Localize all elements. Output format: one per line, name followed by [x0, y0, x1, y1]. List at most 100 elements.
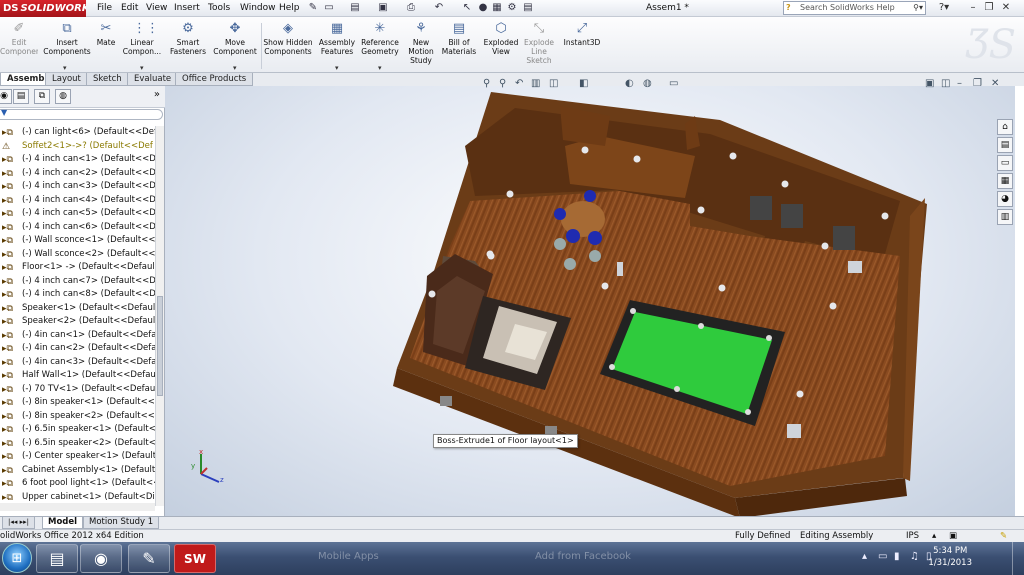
explode-line-sketch-button[interactable]: ⤡ Explode Line Sketch — [522, 19, 556, 65]
tree-item[interactable]: ▸⧉ (-) 4in can<2> (Default<<Default — [0, 342, 155, 356]
tab-evaluate[interactable]: Evaluate — [127, 73, 179, 86]
appearances-icon[interactable]: ◕ — [997, 191, 1013, 207]
reference-geometry-dropdown-icon[interactable]: ▾ — [378, 64, 382, 72]
menu-help[interactable]: Help — [279, 2, 300, 14]
reference-geometry-button[interactable]: ✳ Reference Geometry — [359, 19, 401, 56]
zoom-to-fit-icon[interactable]: ⚲ — [483, 78, 490, 89]
restore-icon[interactable]: ❐ — [982, 1, 996, 15]
file-explorer-icon[interactable]: ▭ — [997, 155, 1013, 171]
rebuild-icon[interactable]: ● — [476, 2, 490, 14]
paint-taskbar-icon[interactable]: ✎ — [128, 544, 170, 573]
tree-item[interactable]: ▸⧉ Upper cabinet<1> (Default<Disol — [0, 491, 155, 505]
save-icon[interactable]: ▣ — [376, 2, 390, 14]
property-manager-tab-icon[interactable]: ▤ — [13, 89, 29, 104]
tray-network-icon[interactable]: ▮ — [894, 551, 900, 562]
new-document-icon[interactable]: ▭ — [322, 2, 336, 14]
feature-tree-tab-icon[interactable]: ◉ — [0, 89, 12, 104]
move-component-dropdown-icon[interactable]: ▾ — [233, 64, 237, 72]
exploded-view-button[interactable]: ⬡ Exploded View — [481, 19, 521, 56]
menu-edit[interactable]: Edit — [121, 2, 138, 14]
tab-sketch[interactable]: Sketch — [86, 73, 129, 86]
tray-device-icon[interactable]: ▭ — [878, 551, 887, 562]
help-icon[interactable]: ?▾ — [937, 1, 951, 15]
split-view-icon[interactable]: ◫ — [941, 78, 950, 89]
pin-icon[interactable]: ✎ — [306, 2, 320, 14]
view-orientation-icon[interactable]: ◫ — [549, 78, 558, 89]
home-icon[interactable]: ⌂ — [997, 119, 1013, 135]
smart-fasteners-button[interactable]: ⚙ Smart Fasteners — [166, 19, 210, 56]
display-manager-tab-icon[interactable]: ◍ — [55, 89, 71, 104]
tree-item[interactable]: ▸⧉ (-) 8in speaker<2> (Default<<De — [0, 410, 155, 424]
print-icon[interactable]: ⎙ — [404, 2, 418, 14]
tree-item[interactable]: ▸⧉ (-) 8in speaker<1> (Default<<De — [0, 396, 155, 410]
system-clock[interactable]: 5:34 PM 1/31/2013 — [928, 545, 972, 569]
appearance-icon[interactable]: ◐ — [625, 78, 634, 89]
magnifier-icon[interactable]: ⚲▾ — [913, 2, 923, 14]
view-settings-icon[interactable]: ▭ — [669, 78, 678, 89]
options-gear-icon[interactable]: ⚙ — [505, 2, 519, 14]
feature-tree-horizontal-scrollbar[interactable] — [0, 503, 155, 511]
tree-item[interactable]: ▸⧉ (-) Wall sconce<2> (Default<<De — [0, 248, 155, 262]
tree-item[interactable]: ▸⧉ Half Wall<1> (Default<<Default> — [0, 369, 155, 383]
menu-file[interactable]: File — [97, 2, 112, 14]
select-cursor-icon[interactable]: ↖ — [460, 2, 474, 14]
previous-view-icon[interactable]: ↶ — [515, 78, 523, 89]
explorer-taskbar-icon[interactable]: ▤ — [36, 544, 78, 573]
zoom-to-area-icon[interactable]: ⚲ — [499, 78, 506, 89]
undo-icon[interactable]: ↶ — [432, 2, 446, 14]
view-palette-icon[interactable]: ▦ — [997, 173, 1013, 189]
tree-item[interactable]: ▸⧉ (-) 4in can<1> (Default<<Default — [0, 329, 155, 343]
insert-components-button[interactable]: ⧉ Insert Components — [42, 19, 92, 56]
bill-of-materials-button[interactable]: ▤ Bill of Materials — [440, 19, 478, 56]
mate-button[interactable]: ✂ Mate — [94, 19, 118, 47]
assembly-features-dropdown-icon[interactable]: ▾ — [335, 64, 339, 72]
search-input[interactable]: ? Search SolidWorks Help ⚲▾ — [783, 1, 926, 15]
tree-item[interactable]: ▸⧉ (-) 4 inch can<3> (Default<<Defa — [0, 180, 155, 194]
solidworks-logo[interactable]: DSSOLIDWORKS — [0, 0, 86, 17]
start-button-icon[interactable]: ⊞ — [2, 543, 32, 573]
tree-item[interactable]: ⚠ Soffet2<1>->? (Default<<Def — [0, 140, 155, 154]
customize-icon[interactable]: ▤ — [521, 2, 535, 14]
assembly-3d-model[interactable] — [165, 86, 1015, 516]
tree-item[interactable]: ▸⧉ Floor<1> -> (Default<<Default>_ — [0, 261, 155, 275]
configuration-manager-tab-icon[interactable]: ⧉ — [34, 89, 50, 104]
tree-item[interactable]: ▸⧉ 6 foot pool light<1> (Default<<D — [0, 477, 155, 491]
open-folder-icon[interactable]: ▤ — [348, 2, 362, 14]
tree-item[interactable]: ▸⧉ Speaker<1> (Default<<Default>_ — [0, 302, 155, 316]
tree-item[interactable]: ▸⧉ (-) 4in can<3> (Default<<Default — [0, 356, 155, 370]
scene-icon[interactable]: ◍ — [643, 78, 652, 89]
instant3d-button[interactable]: ⤢ Instant3D — [560, 19, 604, 47]
feature-tree-scrollbar[interactable] — [155, 126, 164, 506]
tree-item[interactable]: ▸⧉ (-) Center speaker<1> (Default<< — [0, 450, 155, 464]
menu-window[interactable]: Window — [240, 2, 276, 14]
scrollbar-thumb[interactable] — [157, 296, 163, 396]
doc-minimize-icon[interactable]: – — [957, 78, 962, 89]
tab-layout[interactable]: Layout — [45, 73, 88, 86]
unit-system-selector[interactable]: IPS — [906, 530, 919, 542]
menu-view[interactable]: View — [146, 2, 167, 14]
tree-item[interactable]: ▸⧉ Speaker<2> (Default<<Default>_ — [0, 315, 155, 329]
display-style-icon[interactable]: ◧ — [579, 78, 588, 89]
design-library-icon[interactable]: ▤ — [997, 137, 1013, 153]
tree-item[interactable]: ▸⧉ (-) 6.5in speaker<2> (Default<<D — [0, 437, 155, 451]
tree-item[interactable]: ▸⧉ (-) 4 inch can<1> (Default<<Defa — [0, 153, 155, 167]
tree-filter-input[interactable]: ▼ — [0, 108, 163, 120]
help-status-icon[interactable]: ▣ — [949, 530, 957, 542]
insert-components-dropdown-icon[interactable]: ▾ — [63, 64, 67, 72]
tree-item[interactable]: ▸⧉ (-) 70 TV<1> (Default<<Default> — [0, 383, 155, 397]
tree-item[interactable]: ▸⧉ (-) 4 inch can<6> (Default<<Defa — [0, 221, 155, 235]
tray-arrow-icon[interactable]: ▴ — [862, 551, 867, 562]
doc-restore-icon[interactable]: ❐ — [973, 78, 982, 89]
file-properties-icon[interactable]: ▦ — [490, 2, 504, 14]
move-component-button[interactable]: ✥ Move Component — [212, 19, 258, 56]
tile-window-icon[interactable]: ▣ — [925, 78, 934, 89]
section-view-icon[interactable]: ▥ — [531, 78, 540, 89]
solidworks-taskbar-icon[interactable]: SW — [174, 544, 216, 573]
tab-motion-study-1[interactable]: Motion Study 1 — [83, 517, 160, 529]
linear-component-pattern-button[interactable]: ⋮⋮ Linear Compon... — [120, 19, 164, 56]
close-icon[interactable]: ✕ — [999, 1, 1013, 15]
tree-item[interactable]: ▸⧉ (-) can light<6> (Default<<Defau — [0, 126, 155, 140]
tree-item[interactable]: ▸⧉ (-) 4 inch can<2> (Default<<Defa — [0, 167, 155, 181]
menu-insert[interactable]: Insert — [174, 2, 200, 14]
minimize-icon[interactable]: – — [966, 1, 980, 15]
